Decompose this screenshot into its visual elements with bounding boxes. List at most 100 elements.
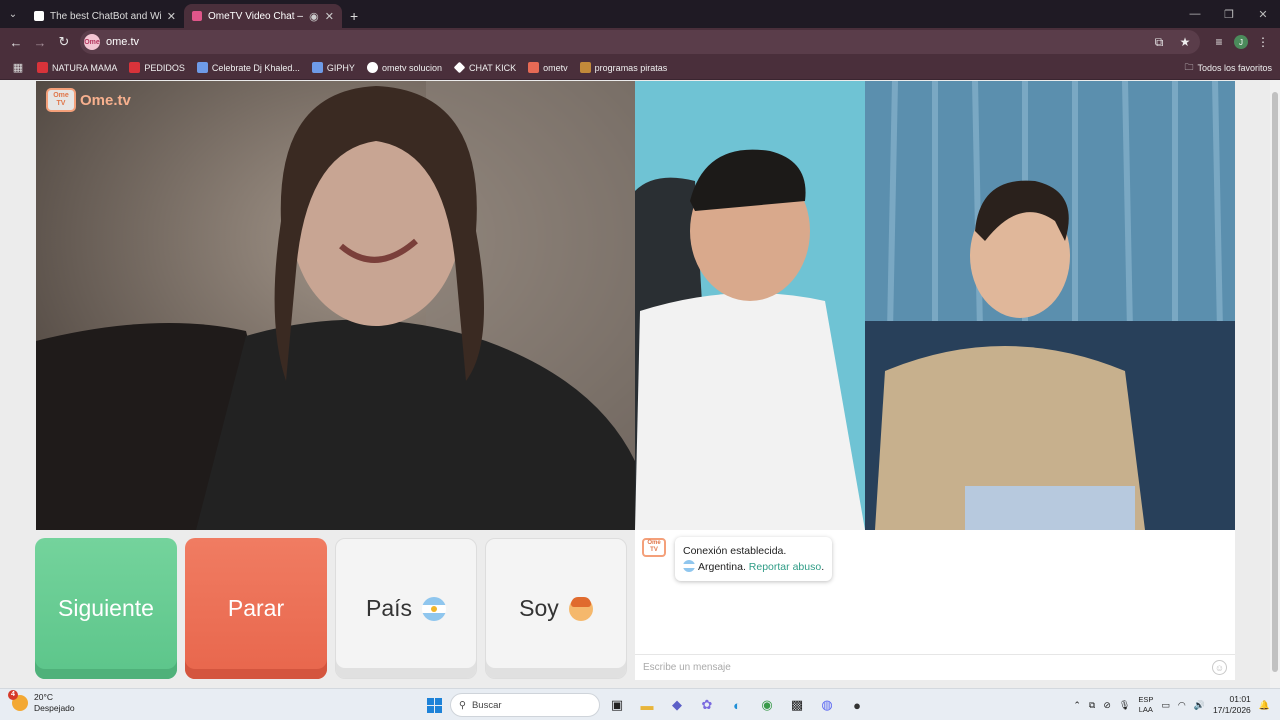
tab-search-menu-icon[interactable]: ⌄ xyxy=(0,0,26,28)
all-bookmarks-folder[interactable]: 🗀 Todos los favoritos xyxy=(1184,58,1272,78)
bookmark-label: ometv solucion xyxy=(381,62,442,73)
cast-icon[interactable]: ⧉ xyxy=(1148,31,1170,53)
tab-title: The best ChatBot and Widgets xyxy=(50,10,161,22)
reload-icon[interactable]: ↻ xyxy=(52,30,76,54)
windows-taskbar: 4 20°C Despejado ⚲ Buscar ▣ ▬ ◆ ✿ ◐ ◉ ▩ … xyxy=(0,688,1280,720)
file-explorer-icon[interactable]: ▬ xyxy=(634,693,660,717)
apps-grid-icon[interactable]: ▦ xyxy=(6,56,30,80)
bookmark-star-icon[interactable]: ★ xyxy=(1174,31,1196,53)
bookmark-label: PEDIDOS xyxy=(144,62,185,73)
bookmark-giphy[interactable]: GIPHY xyxy=(307,58,360,78)
country-line: Argentina. Reportar abuso. xyxy=(683,559,824,575)
site-info-icon[interactable]: Ome xyxy=(84,34,100,50)
bookmark-label: ometv xyxy=(543,62,568,73)
bookmark-chat-kick[interactable]: CHAT KICK xyxy=(449,58,521,78)
ometv-page: Ome TV Ome.tv Siguiente Parar País Soy O… xyxy=(0,80,1280,688)
message-input[interactable] xyxy=(643,662,1212,673)
bookmark-pedidos[interactable]: PEDIDOS xyxy=(124,58,190,78)
report-abuse-link[interactable]: Reportar abuso xyxy=(749,561,821,573)
url-bar[interactable]: Ome ome.tv xyxy=(80,30,1200,54)
volume-icon[interactable]: 🔊 xyxy=(1194,700,1205,711)
show-hidden-icons-icon[interactable]: ⌃ xyxy=(1073,700,1081,711)
chat-panel: Ome TV Conexión establecida. Argentina. … xyxy=(635,530,1235,680)
system-message: Conexión establecida. Argentina. Reporta… xyxy=(675,537,833,581)
next-button[interactable]: Siguiente xyxy=(35,538,177,679)
bookmark-label: NATURA MAMA xyxy=(52,62,118,73)
discord-icon[interactable]: ◍ xyxy=(814,693,840,717)
country-button[interactable]: País xyxy=(335,538,477,679)
copilot-icon[interactable]: ✿ xyxy=(694,693,720,717)
capture-icon[interactable]: ⧉ xyxy=(1089,700,1095,711)
bookmark-ometv[interactable]: ometv xyxy=(523,58,573,78)
browser-menu-icon[interactable]: ⋮ xyxy=(1252,31,1274,53)
profile-avatar[interactable]: J xyxy=(1234,35,1248,49)
bookmark-celebrate[interactable]: Celebrate Dj Khaled... xyxy=(192,58,305,78)
scrollbar-thumb[interactable] xyxy=(1272,92,1278,672)
google-icon xyxy=(366,62,378,73)
bookmark-icon xyxy=(129,62,141,73)
self-video-frame xyxy=(635,81,1235,530)
sun-icon: 4 xyxy=(8,690,28,711)
tab-close-icon[interactable]: ✕ xyxy=(325,10,334,23)
task-view-icon[interactable]: ▣ xyxy=(604,693,630,717)
doc-icon xyxy=(196,62,208,73)
search-placeholder: Buscar xyxy=(471,699,502,711)
gender-button[interactable]: Soy xyxy=(485,538,627,679)
taskbar-search[interactable]: ⚲ Buscar xyxy=(450,693,600,717)
bookmarks-bar: ▦ NATURA MAMA PEDIDOS Celebrate Dj Khale… xyxy=(0,56,1280,80)
ometv-tv-icon: Ome TV xyxy=(46,88,76,112)
bookmark-natura-mama[interactable]: NATURA MAMA xyxy=(32,58,122,78)
bookmark-ometv-solucion[interactable]: ometv solucion xyxy=(362,58,447,78)
obs-icon[interactable]: ● xyxy=(844,693,870,717)
weather-desc: Despejado xyxy=(34,703,75,713)
folder-label: Todos los favoritos xyxy=(1197,63,1272,73)
ometv-logo-text: Ome.tv xyxy=(80,91,131,109)
close-window-button[interactable]: ✕ xyxy=(1246,0,1280,28)
clock[interactable]: 01:01 17/1/2026 xyxy=(1213,694,1251,716)
new-tab-button[interactable]: + xyxy=(342,8,366,28)
bookmark-label: GIPHY xyxy=(326,62,355,73)
stranger-video: Ome TV Ome.tv xyxy=(36,81,635,530)
weather-widget[interactable]: 4 20°C Despejado xyxy=(8,690,75,714)
tab-ometv[interactable]: OmeTV Video Chat — Ome ◉ ✕ xyxy=(184,4,342,28)
forward-icon[interactable]: → xyxy=(28,30,52,54)
argentina-flag-icon xyxy=(422,596,447,621)
display-icon[interactable]: ▭ xyxy=(1161,700,1170,711)
ometv-chat-icon: Ome TV xyxy=(642,538,666,557)
maximize-button[interactable]: ❐ xyxy=(1212,0,1246,28)
ap-icon xyxy=(579,62,591,73)
tab-title: OmeTV Video Chat — Ome xyxy=(208,10,303,22)
microphone-icon[interactable]: 🎙 xyxy=(1119,700,1130,711)
connection-status: Conexión establecida. xyxy=(683,545,787,557)
country-label: País xyxy=(365,595,413,621)
bookmark-programas-piratas[interactable]: programas piratas xyxy=(575,58,673,78)
report-suffix: . xyxy=(821,561,825,573)
tab-chatbot[interactable]: The best ChatBot and Widgets ✕ xyxy=(26,4,184,28)
reading-list-icon[interactable]: ≡ xyxy=(1208,31,1230,53)
lang-bottom: LAA xyxy=(1138,705,1153,714)
url-text[interactable]: ome.tv xyxy=(106,36,139,48)
ometv-logo[interactable]: Ome TV Ome.tv xyxy=(46,88,131,112)
page-scrollbar[interactable] xyxy=(1270,80,1280,688)
clock-time: 01:01 xyxy=(1229,694,1251,704)
network-off-icon[interactable]: ⊘ xyxy=(1103,700,1111,711)
toolbar-actions: ⧉ ★ ≡ J ⋮ xyxy=(1148,28,1274,56)
notifications-icon[interactable]: 🔔 xyxy=(1259,700,1270,711)
language-indicator[interactable]: ESP LAA xyxy=(1138,695,1153,715)
chrome-icon[interactable]: ◉ xyxy=(754,693,780,717)
message-input-area: ☺ xyxy=(635,654,1235,680)
minimize-button[interactable]: — xyxy=(1178,0,1212,28)
windows-start-icon[interactable] xyxy=(422,693,446,717)
wifi-icon[interactable]: ◠ xyxy=(1178,700,1186,711)
edge-icon[interactable]: ◐ xyxy=(724,693,750,717)
teams-icon[interactable]: ◆ xyxy=(664,693,690,717)
bookmark-label: Celebrate Dj Khaled... xyxy=(211,62,300,73)
stop-button[interactable]: Parar xyxy=(185,538,327,679)
capcut-icon[interactable]: ▩ xyxy=(784,693,810,717)
self-video xyxy=(635,81,1235,530)
back-icon[interactable]: ← xyxy=(4,30,28,54)
emoji-icon[interactable]: ☺ xyxy=(1212,660,1227,675)
tab-close-icon[interactable]: ✕ xyxy=(167,10,176,23)
window-controls: — ❐ ✕ xyxy=(1178,0,1280,28)
bookmark-icon xyxy=(37,62,48,73)
